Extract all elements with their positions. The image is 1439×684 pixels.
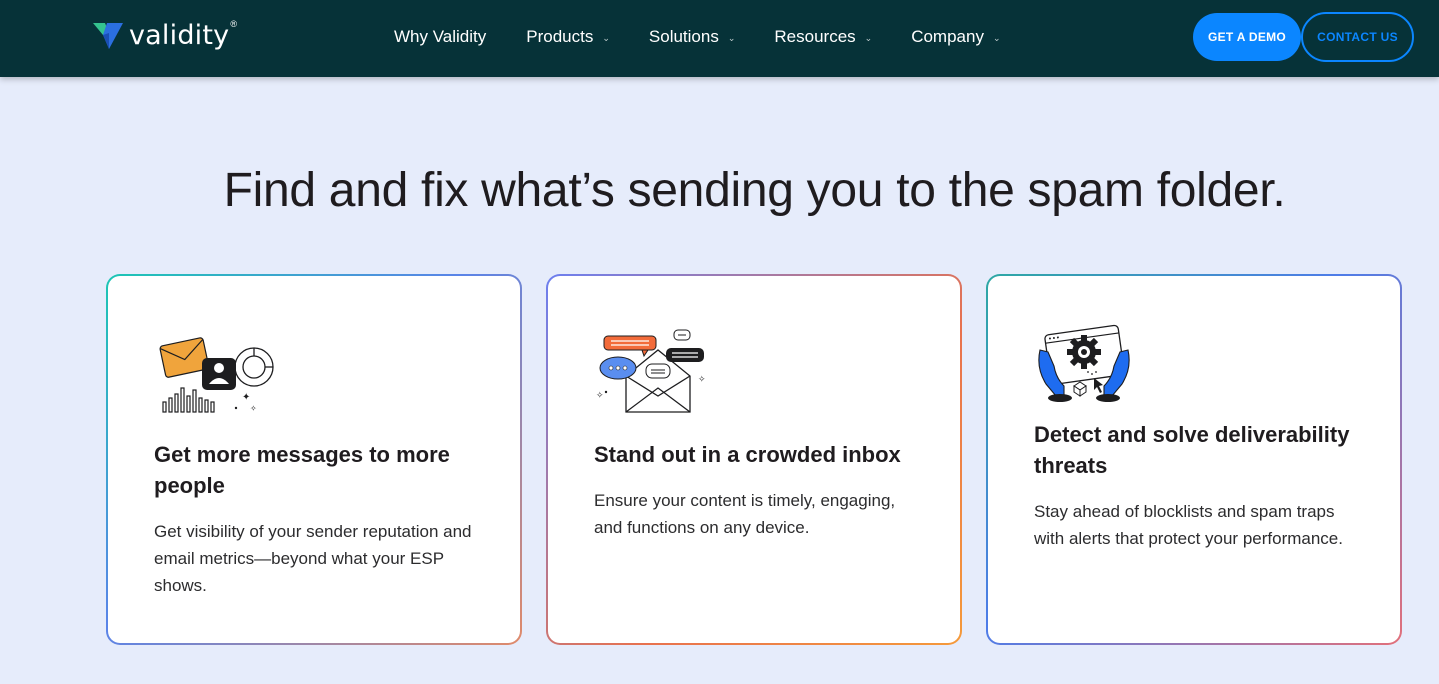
nav-item-label: Resources bbox=[774, 27, 856, 46]
chevron-down-icon: ⌄ bbox=[992, 32, 1001, 43]
nav-item-label: Products bbox=[526, 27, 594, 46]
svg-text:✧: ✧ bbox=[250, 404, 257, 413]
feature-card-more-messages: ✦ ✧ Get more messages to more people Get… bbox=[106, 274, 522, 645]
nav-item-why-validity[interactable]: Why Validity bbox=[394, 27, 486, 47]
chevron-down-icon: ⌄ bbox=[727, 32, 736, 43]
chevron-down-icon: ⌄ bbox=[602, 32, 610, 43]
get-a-demo-button[interactable]: GET A DEMO bbox=[1193, 13, 1301, 61]
feature-card-deliverability-threats: Detect and solve deliverability threats … bbox=[986, 274, 1402, 645]
card-title: Detect and solve deliverability threats bbox=[1034, 422, 1350, 478]
nav-item-label: Company bbox=[911, 27, 984, 46]
card-body: Ensure your content is timely, engaging,… bbox=[594, 491, 896, 537]
inbox-chat-illustration-icon: ✧ ✧ bbox=[596, 329, 706, 413]
nav-item-products[interactable]: Products ⌄ bbox=[526, 27, 610, 47]
registered-mark: ® bbox=[230, 19, 237, 29]
svg-text:✧: ✧ bbox=[596, 391, 604, 401]
top-navigation: validity ® Why Validity Products ⌄ Solut… bbox=[0, 0, 1439, 77]
nav-item-label: Why Validity bbox=[394, 27, 487, 46]
card-title: Stand out in a crowded inbox bbox=[594, 442, 901, 467]
hands-gear-illustration-icon bbox=[1038, 324, 1130, 402]
feature-card-crowded-inbox: ✧ ✧ Stand out in a crowded inbox Ensure … bbox=[546, 274, 962, 645]
nav-item-solutions[interactable]: Solutions ⌄ bbox=[649, 27, 735, 47]
svg-text:✦: ✦ bbox=[242, 392, 250, 403]
nav-item-company[interactable]: Company ⌄ bbox=[911, 27, 1000, 47]
section-headline: Find and fix what’s sending you to the s… bbox=[223, 164, 1286, 217]
contact-us-button[interactable]: CONTACT US bbox=[1301, 12, 1414, 62]
nav-item-resources[interactable]: Resources ⌄ bbox=[774, 27, 872, 47]
validity-v-icon bbox=[93, 23, 123, 49]
nav-item-label: Solutions bbox=[648, 27, 719, 46]
svg-text:✧: ✧ bbox=[698, 375, 706, 385]
email-metrics-illustration-icon: ✦ ✧ bbox=[159, 337, 274, 413]
card-title: Get more messages to more people bbox=[154, 442, 450, 498]
card-body: Get visibility of your sender reputation… bbox=[154, 522, 472, 595]
chevron-down-icon: ⌄ bbox=[864, 32, 873, 43]
main-menu: Why Validity Products ⌄ Solutions ⌄ Reso… bbox=[394, 25, 1001, 49]
logo-wordmark: validity bbox=[129, 19, 230, 51]
validity-logo[interactable]: validity ® bbox=[93, 18, 237, 54]
card-body: Stay ahead of blocklists and spam traps … bbox=[1034, 502, 1343, 548]
